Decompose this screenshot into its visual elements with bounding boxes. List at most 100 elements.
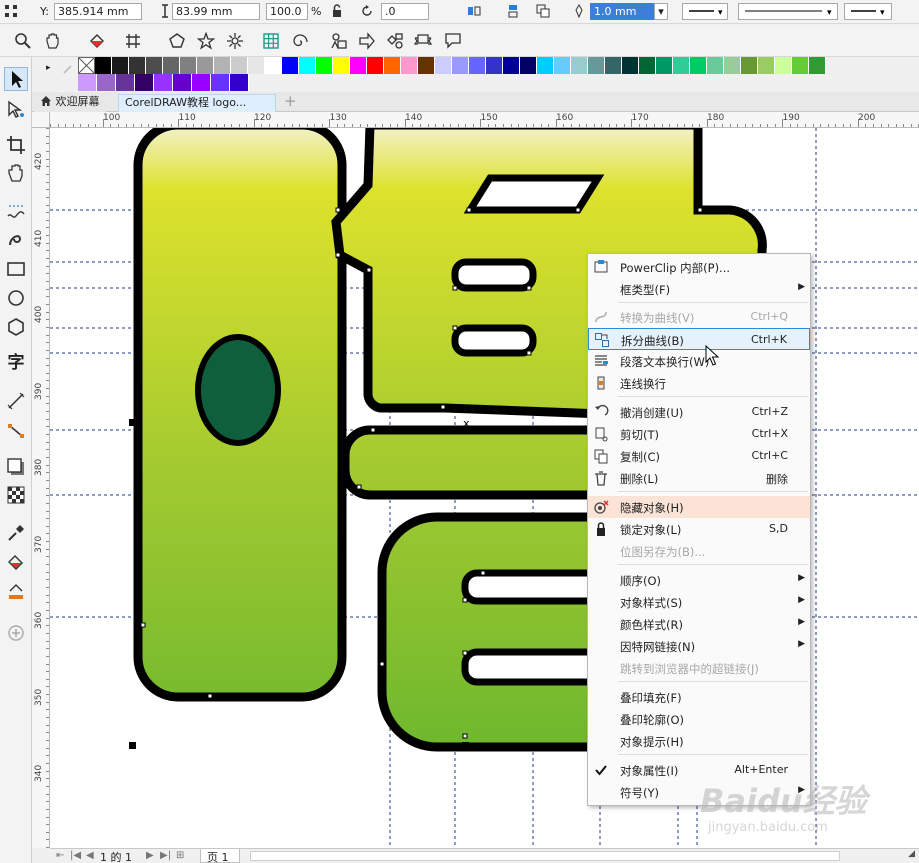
color-swatch[interactable] (435, 57, 452, 74)
color-swatch[interactable] (809, 57, 826, 74)
color-swatch[interactable] (231, 57, 248, 74)
last-page-button[interactable]: ▶| (160, 850, 171, 861)
color-swatch[interactable] (622, 57, 639, 74)
mirror-vertical-icon[interactable] (506, 4, 520, 18)
graph-paper-icon[interactable] (262, 32, 280, 50)
color-swatch[interactable] (180, 57, 197, 74)
menu-item[interactable]: 颜色样式(R) ▶ (588, 613, 810, 635)
color-swatch[interactable] (656, 57, 673, 74)
color-swatch[interactable] (469, 57, 486, 74)
prev-page-button[interactable]: ◀ (86, 850, 94, 861)
eyedropper-small-icon[interactable] (62, 61, 76, 75)
ruler-corner[interactable] (32, 112, 50, 128)
color-swatch[interactable] (282, 57, 299, 74)
flowchart-shapes-icon[interactable] (386, 32, 404, 50)
color-swatch[interactable] (146, 57, 163, 74)
color-swatch[interactable] (724, 57, 741, 74)
color-swatch[interactable] (112, 57, 129, 74)
color-swatch[interactable] (95, 57, 112, 74)
menu-item[interactable]: 段落文本换行(W) (588, 350, 810, 372)
menu-item[interactable]: 转换为曲线(V) Ctrl+Q (588, 306, 810, 328)
menu-item[interactable]: PowerClip 内部(P)... (588, 256, 810, 278)
text-tool-icon[interactable]: 字 (6, 353, 26, 373)
menu-item[interactable]: 框类型(F) ▶ (588, 278, 810, 300)
color-swatch[interactable] (741, 57, 758, 74)
arrange-icon[interactable] (536, 4, 550, 18)
horizontal-scrollbar[interactable] (250, 851, 840, 861)
shape-tool-icon[interactable] (6, 99, 26, 119)
pick-tool-button[interactable] (4, 67, 28, 91)
menu-item[interactable]: 因特网链接(N) ▶ (588, 635, 810, 657)
interactive-fill-icon[interactable] (6, 553, 26, 573)
spiral-tool-icon[interactable] (291, 32, 309, 50)
line-start-dropdown[interactable]: ▾ (682, 3, 728, 20)
vertical-ruler[interactable]: 420 410 400 390 380 370 360 350 340 (32, 128, 50, 848)
menu-item[interactable]: 复制(C) Ctrl+C (588, 445, 810, 467)
nav-corner-icon[interactable]: ◢ (908, 849, 915, 859)
first-page-icon[interactable]: ⇤ (56, 850, 64, 861)
outline-width-field[interactable]: 1.0 mm (590, 3, 654, 20)
color-swatch[interactable] (97, 74, 116, 91)
color-swatch[interactable] (639, 57, 656, 74)
menu-item[interactable]: 锁定对象(L) S,D (588, 518, 810, 540)
add-page-icon[interactable]: ⊞ (176, 850, 184, 861)
callout-shapes-icon[interactable] (444, 32, 462, 50)
color-swatch[interactable] (537, 57, 554, 74)
menu-item[interactable]: 对象提示(H) (588, 730, 810, 752)
star-tool-icon[interactable] (197, 32, 215, 50)
polygon-tool-icon[interactable] (6, 317, 26, 337)
page-tab[interactable]: 页 1 (200, 849, 240, 863)
color-swatch[interactable] (503, 57, 520, 74)
arrow-shapes-icon[interactable] (358, 32, 376, 50)
menu-item[interactable]: 删除(L) 删除 (588, 467, 810, 489)
rotation-field[interactable]: .0 (381, 3, 429, 20)
color-swatch[interactable] (707, 57, 724, 74)
rectangle-tool-icon[interactable] (6, 259, 26, 279)
lock-ratio-icon[interactable] (330, 4, 344, 18)
tab-welcome[interactable]: 欢迎屏幕 (34, 94, 106, 112)
first-page-button[interactable]: |◀ (70, 850, 81, 861)
add-tool-icon[interactable] (6, 623, 26, 643)
no-color-swatch[interactable] (78, 57, 95, 74)
color-swatch[interactable] (605, 57, 622, 74)
outline-width-dropdown[interactable]: ▾ (654, 3, 668, 20)
color-swatch[interactable] (78, 74, 97, 91)
zoom-icon[interactable] (14, 32, 32, 50)
color-swatch[interactable] (690, 57, 707, 74)
color-swatch[interactable] (154, 74, 173, 91)
mirror-horizontal-icon[interactable] (467, 4, 481, 18)
line-style-dropdown[interactable]: ▾ (738, 3, 838, 20)
menu-item[interactable]: 隐藏对象(H) (588, 496, 810, 518)
new-tab-button[interactable]: + (278, 94, 303, 112)
horizontal-ruler[interactable]: 100 110 120 130 140 150 160 170 180 190 200 (50, 112, 919, 128)
color-swatch[interactable] (129, 57, 146, 74)
color-swatch[interactable] (135, 74, 154, 91)
color-swatch[interactable] (486, 57, 503, 74)
color-swatch[interactable] (775, 57, 792, 74)
palette-menu-icon[interactable]: ▸ (46, 63, 58, 75)
ellipse-tool-icon[interactable] (6, 288, 26, 308)
connector-tool-icon[interactable] (6, 421, 26, 441)
line-end-dropdown[interactable]: ▾ (844, 3, 892, 20)
color-swatch[interactable] (316, 57, 333, 74)
menu-item[interactable]: 叠印填充(F) (588, 686, 810, 708)
color-swatch[interactable] (333, 57, 350, 74)
drop-shadow-icon[interactable] (6, 457, 26, 477)
menu-item[interactable]: 叠印轮廓(O) (588, 708, 810, 730)
menu-item[interactable]: 跳转到浏览器中的超链接(J) (588, 657, 810, 679)
smart-fill-icon[interactable] (6, 581, 26, 601)
menu-item[interactable]: 顺序(O) ▶ (588, 569, 810, 591)
artistic-media-icon[interactable] (6, 229, 26, 249)
color-swatch[interactable] (418, 57, 435, 74)
next-page-button[interactable]: ▶ (146, 850, 154, 861)
y-position-field[interactable]: 385.914 mm (54, 3, 142, 20)
color-swatch[interactable] (350, 57, 367, 74)
color-swatch[interactable] (197, 57, 214, 74)
menu-item[interactable]: 剪切(T) Ctrl+X (588, 423, 810, 445)
color-swatch[interactable] (384, 57, 401, 74)
color-swatch[interactable] (163, 57, 180, 74)
basic-shapes-icon[interactable] (330, 32, 348, 50)
color-swatch[interactable] (173, 74, 192, 91)
color-swatch[interactable] (299, 57, 316, 74)
object-origin-icon[interactable] (4, 4, 18, 18)
